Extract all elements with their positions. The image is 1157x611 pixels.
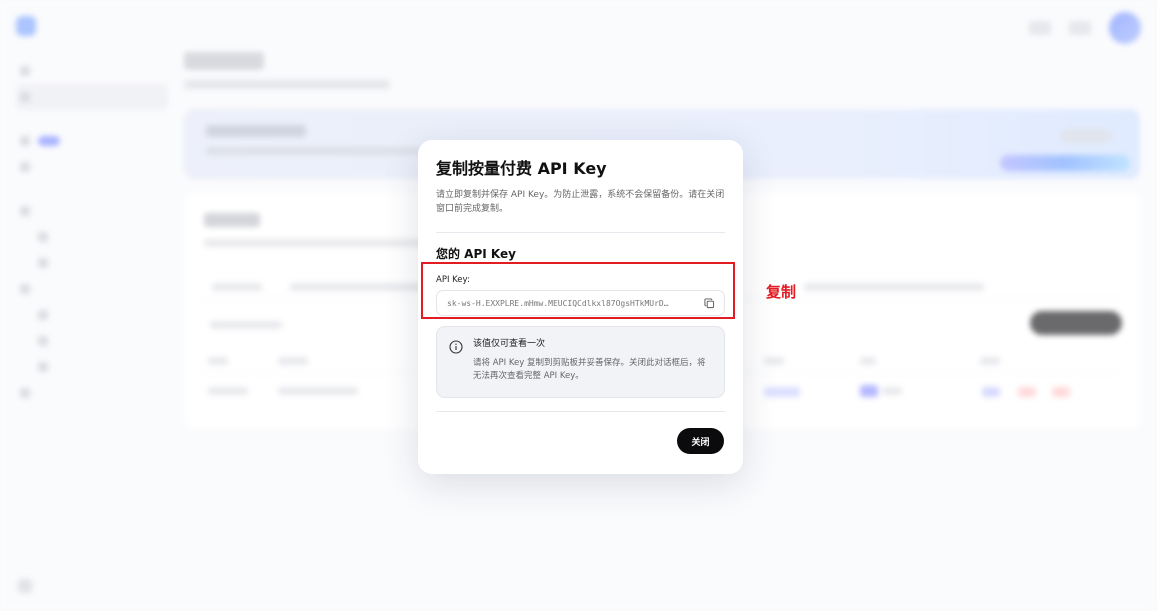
notice-title: 该值仅可查看一次: [473, 339, 546, 349]
one-time-notice: 该值仅可查看一次 请将 API Key 复制到剪贴板并妥善保存。关闭此对话框后，…: [436, 326, 725, 398]
annotation-label: 复制: [766, 283, 797, 301]
info-icon: [449, 339, 463, 354]
close-button[interactable]: 关闭: [677, 428, 724, 454]
key-section-title: 您的 API Key: [436, 247, 516, 261]
divider: [436, 232, 725, 233]
dialog-title: 复制按量付费 API Key: [436, 159, 607, 178]
annotation-highlight-box: [421, 262, 735, 319]
dialog-description: 请立即复制并保存 API Key。为防止泄露，系统不会保留备份。请在关闭窗口前完…: [436, 190, 725, 214]
divider: [436, 411, 725, 412]
notice-text: 请将 API Key 复制到剪贴板并妥善保存。关闭此对话框后，将无法再次查看完整…: [473, 358, 706, 381]
